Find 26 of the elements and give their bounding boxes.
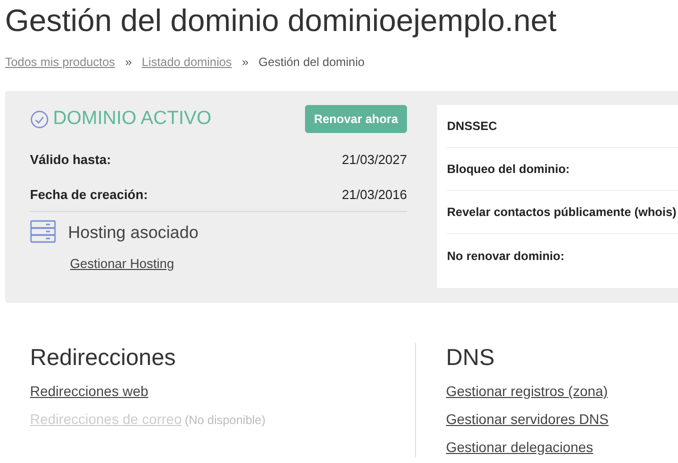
server-icon [30, 220, 56, 244]
breadcrumb-text: » [242, 54, 248, 71]
date-value: 21/03/2016 [342, 186, 407, 204]
page-title: Gestión del dominio dominioejemplo.net [4, 2, 558, 40]
hosting-title: Hosting asociado [68, 222, 198, 244]
unavailable-note: (No disponible) [184, 412, 266, 429]
setting-label: Revelar contactos públicamente (whois) [447, 204, 676, 221]
section-link[interactable]: Redirecciones web [30, 382, 148, 401]
breadcrumb-link[interactable]: Listado dominios [142, 53, 232, 71]
breadcrumb-text: Gestión del dominio [258, 54, 365, 71]
date-label: Válido hasta: [30, 150, 111, 168]
section-title: Redirecciones [30, 343, 177, 371]
check-circle-icon [30, 110, 49, 129]
manage-hosting-link[interactable]: Gestionar Hosting [70, 254, 174, 274]
date-label: Fecha de creación: [30, 186, 148, 204]
section-link[interactable]: Gestionar delegaciones [446, 438, 594, 457]
date-value: 21/03/2027 [342, 150, 407, 168]
section-link[interactable]: Gestionar registros (zona) [446, 382, 608, 401]
setting-label: Bloqueo del dominio: [447, 161, 570, 178]
breadcrumb-text: » [125, 54, 132, 71]
section-title: DNS [446, 343, 496, 371]
setting-label: DNSSEC [447, 118, 498, 135]
status-label: DOMINIO ACTIVO [53, 107, 212, 131]
setting-label: No renovar dominio: [447, 248, 564, 264]
breadcrumb-link[interactable]: Todos mis productos [5, 53, 116, 71]
section-link[interactable]: Gestionar servidores DNS [446, 410, 609, 429]
